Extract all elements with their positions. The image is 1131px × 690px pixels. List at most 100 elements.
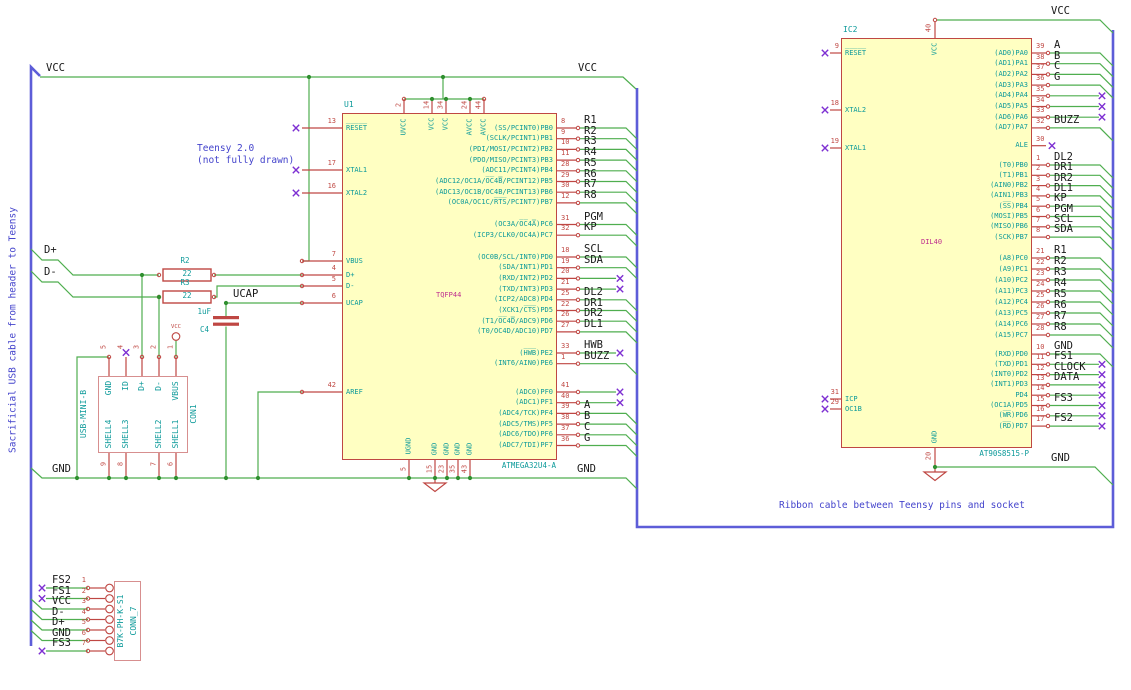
net-label[interactable]: FS2 bbox=[52, 575, 71, 586]
net-label[interactable]: DL1 bbox=[584, 319, 603, 330]
capacitor-c4-plate[interactable] bbox=[213, 322, 239, 326]
note-teensy-line1[interactable]: Teensy 2.0 bbox=[197, 144, 254, 154]
net-label[interactable]: R7 bbox=[1054, 311, 1067, 322]
note-teensy-line2[interactable]: (not fully drawn) bbox=[197, 156, 294, 166]
net-label[interactable]: DATA bbox=[1054, 372, 1079, 383]
pin-end bbox=[575, 411, 581, 416]
net-label-vcc-left[interactable]: VCC bbox=[46, 63, 65, 74]
net-label[interactable]: R5 bbox=[1054, 289, 1067, 300]
net-label[interactable]: R8 bbox=[584, 190, 597, 201]
net-label-ucap[interactable]: UCAP bbox=[233, 289, 258, 300]
pin-number: 23 bbox=[437, 464, 446, 474]
net-label[interactable]: DL2 bbox=[584, 287, 603, 298]
net-label-dplus[interactable]: D+ bbox=[44, 245, 57, 256]
net-label[interactable]: D+ bbox=[52, 617, 65, 628]
net-label-gnd-mid[interactable]: GND bbox=[577, 464, 596, 475]
pin-name: (A10)PC2 bbox=[994, 275, 1028, 284]
pin-end bbox=[1045, 173, 1051, 178]
wire bbox=[580, 444, 638, 457]
pin-end bbox=[1045, 413, 1051, 418]
aref-wire bbox=[257, 391, 302, 478]
connector-pad bbox=[105, 636, 114, 645]
pin-name: (T1)PB1 bbox=[998, 170, 1028, 179]
no-connect-icon bbox=[821, 106, 829, 114]
net-label-gnd-ic2[interactable]: GND bbox=[1051, 453, 1070, 464]
pin-number: 37 bbox=[561, 423, 570, 432]
pin-end bbox=[1045, 234, 1051, 240]
net-label[interactable]: G bbox=[584, 432, 590, 444]
net-label[interactable]: FS3 bbox=[52, 638, 71, 649]
junction-dot bbox=[156, 294, 162, 300]
r2-value: 22 bbox=[182, 269, 192, 278]
net-label-vcc-ic2[interactable]: VCC bbox=[1051, 6, 1070, 17]
net-label[interactable]: BUZZ bbox=[584, 351, 609, 362]
note-ribbon-cable[interactable]: Ribbon cable between Teensy pins and soc… bbox=[779, 501, 1025, 511]
net-label[interactable]: R6 bbox=[1054, 300, 1067, 311]
pin-number: 19 bbox=[561, 256, 570, 265]
con1-ref[interactable]: CON1 bbox=[189, 404, 198, 423]
pin-number: 35 bbox=[448, 464, 457, 474]
pin-name: (ADC7/TDI)PF7 bbox=[498, 441, 553, 449]
ic2-ref[interactable]: IC2 bbox=[843, 26, 857, 34]
no-connect-icon bbox=[616, 349, 624, 357]
pin-number: 16 bbox=[1036, 404, 1045, 413]
pin-number: 1 bbox=[1036, 154, 1041, 162]
net-label[interactable]: FS2 bbox=[1054, 413, 1073, 424]
pin-name: (ADC11/PCINT4)PB4 bbox=[481, 166, 553, 175]
pin-number: 15 bbox=[425, 464, 434, 474]
pin-number: 22 bbox=[561, 299, 570, 308]
net-label[interactable]: BUZZ bbox=[1054, 115, 1079, 126]
pin-number: 39 bbox=[1036, 42, 1045, 50]
r2-ref[interactable]: R2 bbox=[180, 257, 189, 265]
r3-ref[interactable]: R3 bbox=[180, 279, 189, 287]
net-label-gnd-left[interactable]: GND bbox=[52, 464, 71, 475]
pin-name: SHELL2 bbox=[154, 419, 163, 449]
net-label[interactable]: VCC bbox=[52, 596, 71, 607]
net-label[interactable]: SDA bbox=[1054, 224, 1073, 235]
net-label-vcc-mid[interactable]: VCC bbox=[578, 63, 597, 74]
net-label[interactable]: SCL bbox=[584, 244, 603, 255]
conn7-ref[interactable]: CONN_7 bbox=[129, 607, 138, 636]
net-label[interactable]: A bbox=[1054, 40, 1060, 51]
net-label[interactable]: G bbox=[1054, 72, 1060, 83]
net-label[interactable]: R2 bbox=[1054, 256, 1067, 267]
pin-end bbox=[575, 265, 581, 270]
pin-name: (SCLK/PCINT1)PB1 bbox=[485, 134, 553, 143]
no-connect-icon bbox=[821, 405, 829, 413]
ic2-footprint: DIL40 bbox=[921, 238, 943, 246]
net-label[interactable]: R4 bbox=[1054, 278, 1067, 289]
pin-number: 39 bbox=[561, 402, 570, 411]
pin-number: 6 bbox=[1036, 205, 1041, 214]
pin-number: 10 bbox=[1036, 343, 1045, 351]
junction-dot bbox=[467, 475, 473, 481]
net-label[interactable]: R5 bbox=[584, 158, 597, 169]
capacitor-c4-plate[interactable] bbox=[213, 316, 239, 320]
net-label[interactable]: R3 bbox=[1054, 267, 1067, 278]
pin-number: 40 bbox=[924, 23, 933, 33]
pin-name: PD4 bbox=[1015, 390, 1028, 399]
pin-number: 23 bbox=[1036, 269, 1045, 277]
pin-number: 15 bbox=[1036, 394, 1045, 403]
pin-number: 42 bbox=[327, 381, 336, 389]
net-label[interactable]: R8 bbox=[1054, 322, 1067, 333]
net-label[interactable]: SDA bbox=[584, 255, 603, 266]
pin-number: 8 bbox=[1036, 226, 1041, 235]
pin-name: (ADC1)PF1 bbox=[515, 398, 553, 407]
net-label-dminus[interactable]: D- bbox=[44, 267, 57, 278]
pin-name: VBUS bbox=[346, 256, 363, 265]
net-label[interactable]: C bbox=[584, 422, 590, 433]
net-label[interactable]: R1 bbox=[1054, 245, 1067, 256]
note-left-cable[interactable]: Sacrificial USB cable from header to Tee… bbox=[7, 207, 18, 453]
c4-ref[interactable]: C4 bbox=[200, 326, 209, 334]
pin-name: (OC0A/OC1C/R̅T̅S̅/PCINT7)PB7 bbox=[447, 198, 553, 207]
pin-number: 8 bbox=[116, 461, 125, 467]
pin-name: (A9)PC1 bbox=[998, 264, 1028, 273]
net-label[interactable]: KP bbox=[584, 222, 597, 233]
net-label[interactable]: FS3 bbox=[1054, 392, 1073, 404]
u1-ref[interactable]: U1 bbox=[344, 101, 354, 109]
pin-number: 36 bbox=[561, 434, 570, 443]
ribbon-bus bbox=[635, 30, 1115, 529]
net-label[interactable]: HWB bbox=[584, 340, 603, 351]
net-label[interactable]: R1 bbox=[584, 115, 597, 126]
connector-pad bbox=[105, 583, 114, 593]
